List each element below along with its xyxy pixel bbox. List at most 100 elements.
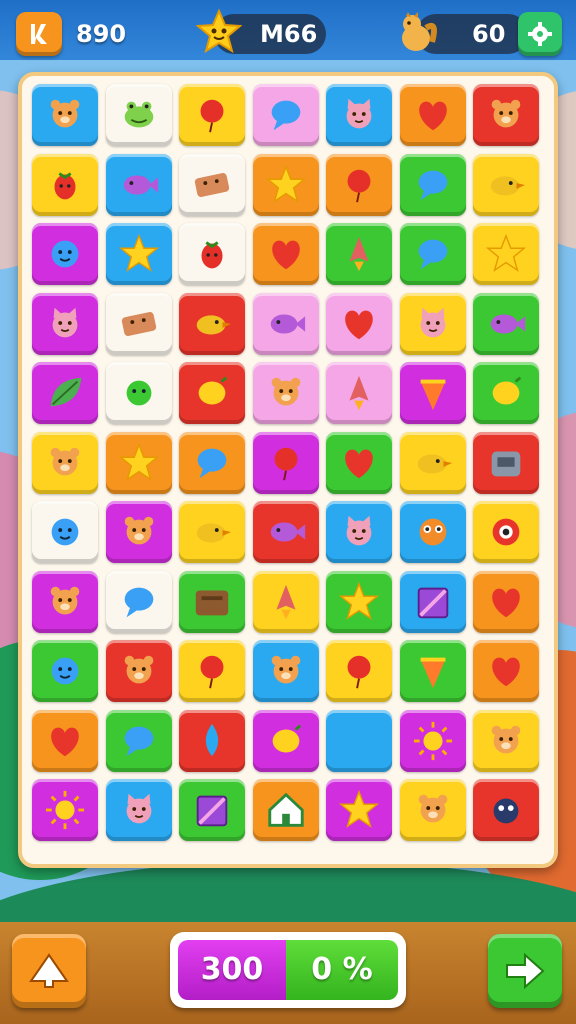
tile-bird[interactable] [399,431,466,494]
tile-bear[interactable] [105,501,172,563]
tile-sun[interactable] [399,709,466,772]
bird-icon [196,314,232,334]
tile-star[interactable] [105,223,172,285]
back-button[interactable] [12,934,86,1008]
tile-star[interactable] [326,779,392,841]
tile-leaf[interactable] [32,362,98,424]
tile-circle-face[interactable] [32,501,98,563]
tile-fish[interactable] [105,153,172,216]
tile-heart[interactable] [326,292,392,355]
heart-icon [345,310,373,339]
tile-cone[interactable] [399,640,466,702]
tile-bird[interactable] [473,153,539,216]
tile-balloon[interactable] [326,153,392,216]
sun-icon [45,790,85,830]
tile-bear[interactable] [105,640,172,702]
balloon-icon [347,655,371,689]
tile-heart[interactable] [473,570,539,633]
tile-lemon[interactable] [473,362,539,424]
tile-heart[interactable] [32,709,98,772]
tile-balloon[interactable] [179,84,245,146]
tile-bird[interactable] [179,501,245,563]
bear-icon [491,725,521,753]
tile-square[interactable] [399,570,466,633]
tile-circle-face[interactable] [32,223,98,285]
tile-speech-bubble[interactable] [105,709,172,772]
tile-bear[interactable] [473,84,539,146]
right-arrow-icon [506,952,545,990]
tile-balloon[interactable] [179,640,245,702]
rocket-icon [275,584,296,619]
cone-icon [420,379,445,411]
gear-icon [528,22,552,46]
leaf-icon [50,377,82,407]
tile-square[interactable] [179,779,245,841]
tile-circle-face[interactable] [32,640,98,702]
tile-speech-bubble[interactable] [399,153,466,216]
tile-bear[interactable] [32,431,98,494]
tile-speech-bubble[interactable] [105,570,172,633]
tile-heart[interactable] [473,640,539,702]
tile-star[interactable] [105,431,172,494]
bear-icon [271,377,300,406]
tile-berry[interactable] [32,153,98,216]
robot-icon [491,451,521,476]
tile-berry[interactable] [179,223,245,285]
tile-fish[interactable] [473,292,539,355]
tile-heart[interactable] [399,84,466,146]
tile-cat[interactable] [399,292,466,355]
blob-icon [126,380,151,406]
tile-fish[interactable] [252,292,319,355]
tile-robot[interactable] [473,431,539,494]
fish-icon [490,313,526,334]
tile-lemon[interactable] [252,709,319,772]
tile-speech-bubble[interactable] [252,84,319,146]
tile-ticket[interactable] [179,153,245,216]
circle-face-icon [51,240,79,268]
tile-cat[interactable] [105,779,172,841]
ticket-icon [121,311,156,336]
tile-fish[interactable] [252,501,319,563]
up-arrow-icon [29,953,69,988]
tile-frog[interactable] [105,84,172,146]
tile-speech-bubble[interactable] [179,431,245,494]
tile-bear[interactable] [252,362,319,424]
tile-drop[interactable] [326,709,392,772]
tile-sun[interactable] [32,779,98,841]
tile-rocket[interactable] [252,570,319,633]
tile-star[interactable] [252,153,319,216]
tile-cat[interactable] [326,501,392,563]
tile-owl[interactable] [399,501,466,563]
tile-bug[interactable] [473,779,539,841]
house-icon [267,792,304,827]
tile-house[interactable] [252,779,319,841]
tile-eye[interactable] [473,501,539,563]
tile-cone[interactable] [399,362,466,424]
tile-bear[interactable] [399,779,466,841]
tile-bird[interactable] [179,292,245,355]
tile-drop[interactable] [179,709,245,772]
tile-rocket[interactable] [326,362,392,424]
lemon-icon [492,376,522,405]
level-button[interactable] [16,12,62,56]
tile-cat[interactable] [326,84,392,146]
tile-balloon[interactable] [326,640,392,702]
tile-bear[interactable] [473,709,539,772]
tile-heart[interactable] [326,431,392,494]
tile-star[interactable] [326,570,392,633]
tile-blob[interactable] [105,362,172,424]
tile-bear[interactable] [32,84,98,146]
tile-speech-bubble[interactable] [399,223,466,285]
tile-bear[interactable] [252,640,319,702]
tile-cat[interactable] [32,292,98,355]
tile-box[interactable] [179,570,245,633]
tile-ticket[interactable] [105,292,172,355]
settings-button[interactable] [518,12,562,56]
next-button[interactable] [488,934,562,1008]
tile-heart[interactable] [252,223,319,285]
tile-lemon[interactable] [179,362,245,424]
tile-rocket[interactable] [326,223,392,285]
tile-star[interactable] [473,223,539,285]
tile-bear[interactable] [32,570,98,633]
tile-balloon[interactable] [252,431,319,494]
